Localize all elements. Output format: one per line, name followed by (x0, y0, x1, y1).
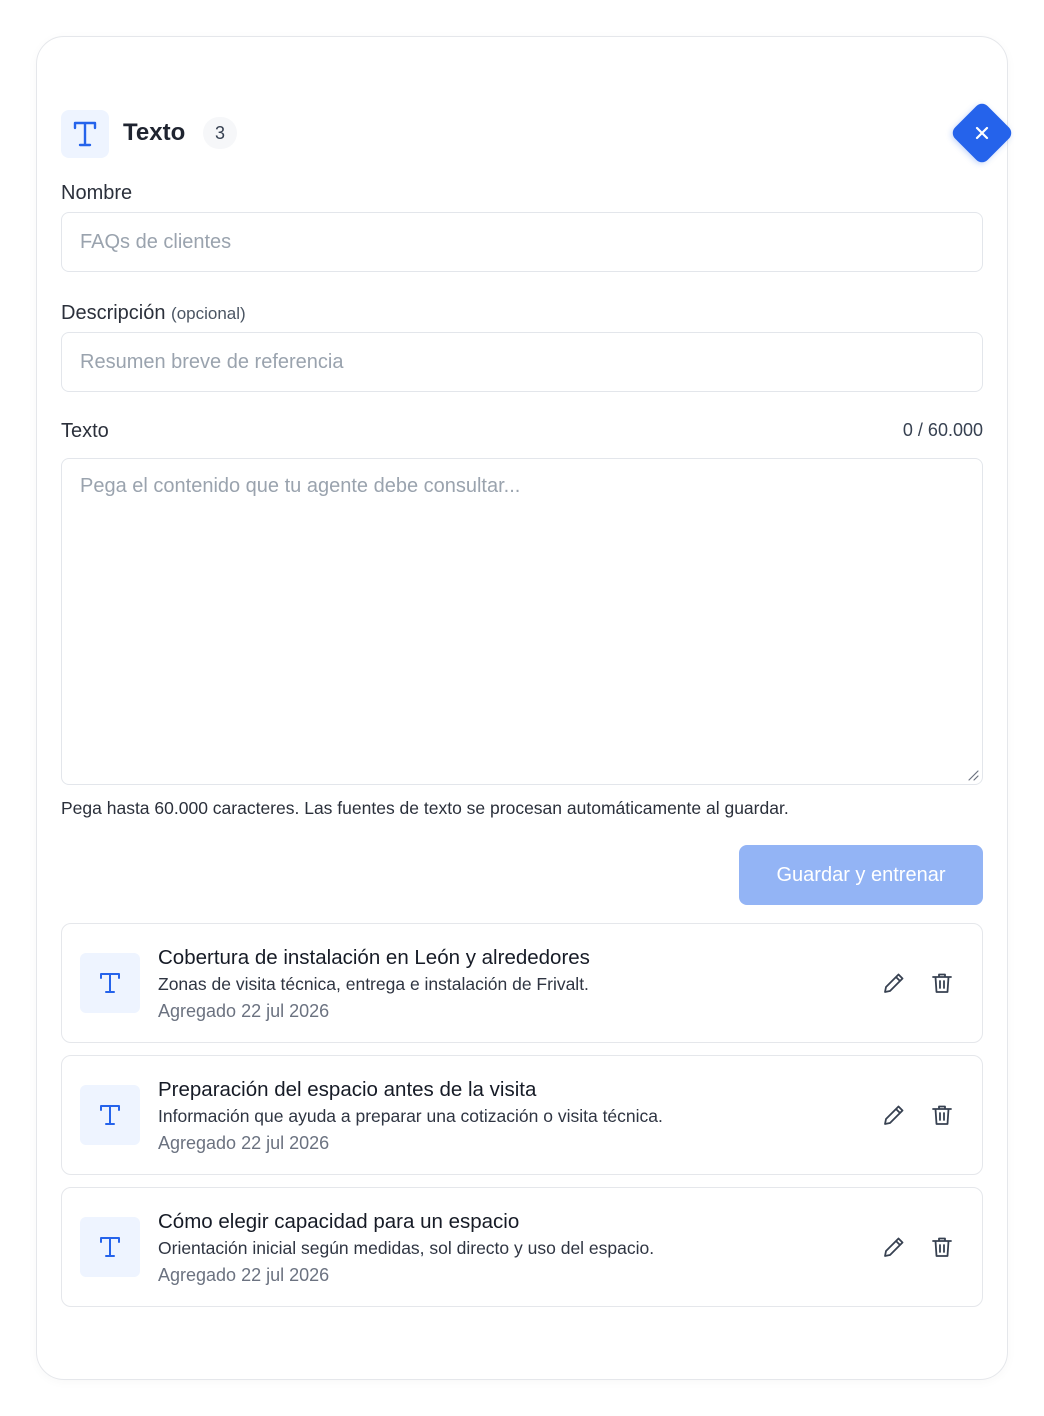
description-label: Descripción (opcional) (61, 302, 246, 325)
pencil-icon (884, 973, 904, 993)
save-train-button[interactable]: Guardar y entrenar (739, 845, 983, 905)
delete-button[interactable] (928, 969, 956, 997)
text-field-wrapper (61, 458, 983, 785)
trash-icon (932, 973, 952, 993)
panel-title: Texto (123, 119, 186, 146)
source-date: Agregado 22 jul 2026 (158, 1133, 330, 1153)
description-input[interactable] (62, 333, 982, 391)
description-field-wrapper (61, 332, 983, 392)
text-hint: Pega hasta 60.000 caracteres. Las fuente… (61, 798, 789, 818)
source-title: Preparación del espacio antes de la visi… (158, 1078, 537, 1101)
character-counter: 0 / 60.000 (902, 420, 983, 440)
source-date: Agregado 22 jul 2026 (158, 1265, 330, 1285)
name-field-wrapper (61, 212, 983, 272)
optional-tag: (opcional) (171, 304, 246, 323)
source-description: Zonas de visita técnica, entrega e insta… (158, 974, 589, 994)
trash-icon (932, 1105, 952, 1125)
close-icon (975, 126, 989, 140)
delete-button[interactable] (928, 1233, 956, 1261)
resize-handle-icon[interactable] (967, 769, 979, 781)
text-source-icon (80, 1085, 140, 1145)
name-input[interactable] (62, 213, 982, 271)
trash-icon (932, 1237, 952, 1257)
source-count-badge: 3 (203, 117, 237, 149)
panel-header: Texto 3 (61, 100, 1015, 166)
pencil-icon (884, 1105, 904, 1125)
source-title: Cobertura de instalación en León y alred… (158, 946, 590, 969)
text-source-icon (80, 953, 140, 1013)
edit-button[interactable] (880, 969, 908, 997)
text-type-icon (61, 110, 109, 158)
text-textarea[interactable] (62, 459, 982, 784)
source-card[interactable]: Cómo elegir capacidad para un espacio Or… (61, 1187, 983, 1307)
text-source-panel: Texto 3 Nombre Descripción (opcional) Te… (36, 36, 1015, 1380)
description-label-text: Descripción (61, 302, 166, 324)
source-card[interactable]: Cobertura de instalación en León y alred… (61, 923, 983, 1043)
pencil-icon (884, 1237, 904, 1257)
text-source-icon (80, 1217, 140, 1277)
source-description: Orientación inicial según medidas, sol d… (158, 1238, 655, 1258)
close-button[interactable] (949, 100, 1015, 166)
delete-button[interactable] (928, 1101, 956, 1129)
text-label: Texto (61, 420, 109, 442)
source-card[interactable]: Preparación del espacio antes de la visi… (61, 1055, 983, 1175)
edit-button[interactable] (880, 1233, 908, 1261)
source-date: Agregado 22 jul 2026 (158, 1001, 330, 1021)
source-title: Cómo elegir capacidad para un espacio (158, 1210, 520, 1233)
edit-button[interactable] (880, 1101, 908, 1129)
source-description: Información que ayuda a preparar una cot… (158, 1106, 663, 1126)
name-label: Nombre (61, 182, 133, 204)
